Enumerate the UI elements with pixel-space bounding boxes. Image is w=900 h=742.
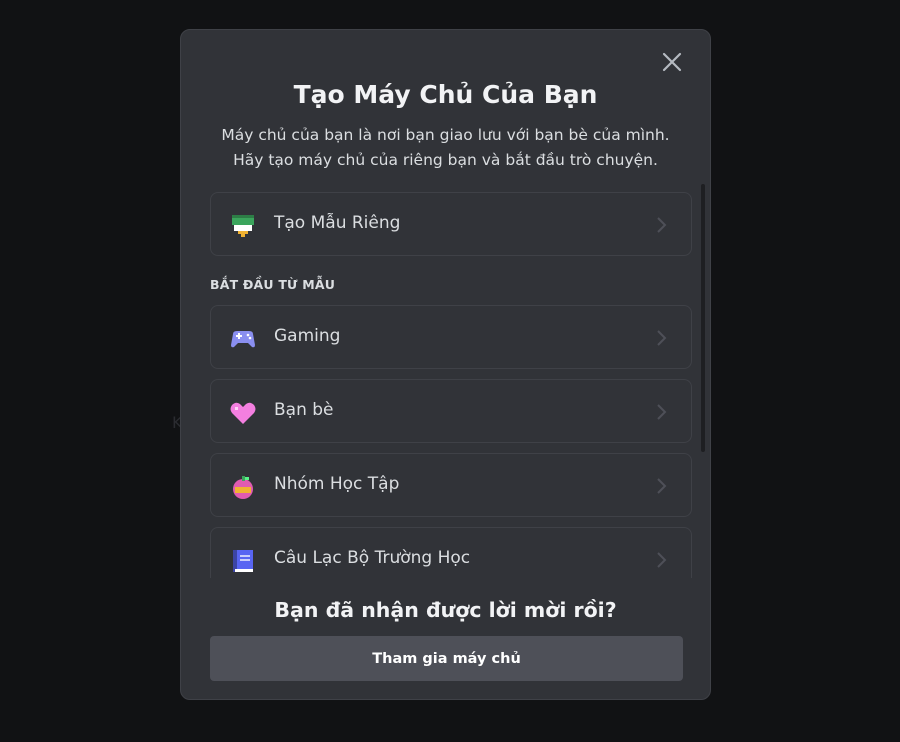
create-template-icon	[229, 212, 257, 240]
subtitle-line-1: Máy chủ của bạn là nơi bạn giao lưu với …	[221, 126, 670, 144]
create-own-template-label: Tạo Mẫu Riêng	[274, 213, 401, 233]
create-own-template-button[interactable]: Tạo Mẫu Riêng	[210, 192, 692, 256]
template-gaming[interactable]: Gaming	[210, 305, 692, 369]
close-icon[interactable]	[660, 50, 684, 74]
subtitle-line-2: Hãy tạo máy chủ của riêng bạn và bắt đầu…	[233, 151, 658, 169]
modal-title: Tạo Máy Chủ Của Bạn	[293, 80, 598, 109]
chevron-right-icon	[655, 550, 669, 570]
section-header-start-from-template: BẮT ĐẦU TỪ MẪU	[210, 277, 336, 292]
template-friends[interactable]: Bạn bè	[210, 379, 692, 443]
heart-icon	[229, 399, 257, 427]
invite-question: Bạn đã nhận được lời mời rồi?	[274, 598, 617, 622]
chevron-right-icon	[655, 215, 669, 235]
template-study-group-label: Nhóm Học Tập	[274, 474, 400, 494]
template-gaming-label: Gaming	[274, 326, 341, 346]
template-list[interactable]: Tạo Mẫu Riêng BẮT ĐẦU TỪ MẪU Gaming Bạn …	[210, 188, 694, 578]
chevron-right-icon	[655, 402, 669, 422]
template-school-club[interactable]: Câu Lạc Bộ Trường Học	[210, 527, 692, 578]
join-server-button[interactable]: Tham gia máy chủ	[210, 636, 683, 681]
chevron-right-icon	[655, 328, 669, 348]
gamepad-icon	[229, 325, 257, 353]
template-study-group[interactable]: Nhóm Học Tập	[210, 453, 692, 517]
template-school-club-label: Câu Lạc Bộ Trường Học	[274, 548, 471, 568]
apple-icon	[229, 473, 257, 501]
scrollbar[interactable]	[701, 184, 705, 452]
chevron-right-icon	[655, 476, 669, 496]
book-icon	[229, 547, 257, 575]
create-server-modal: Tạo Máy Chủ Của Bạn Máy chủ của bạn là n…	[180, 29, 711, 700]
modal-subtitle: Máy chủ của bạn là nơi bạn giao lưu với …	[211, 123, 680, 173]
template-friends-label: Bạn bè	[274, 400, 334, 420]
